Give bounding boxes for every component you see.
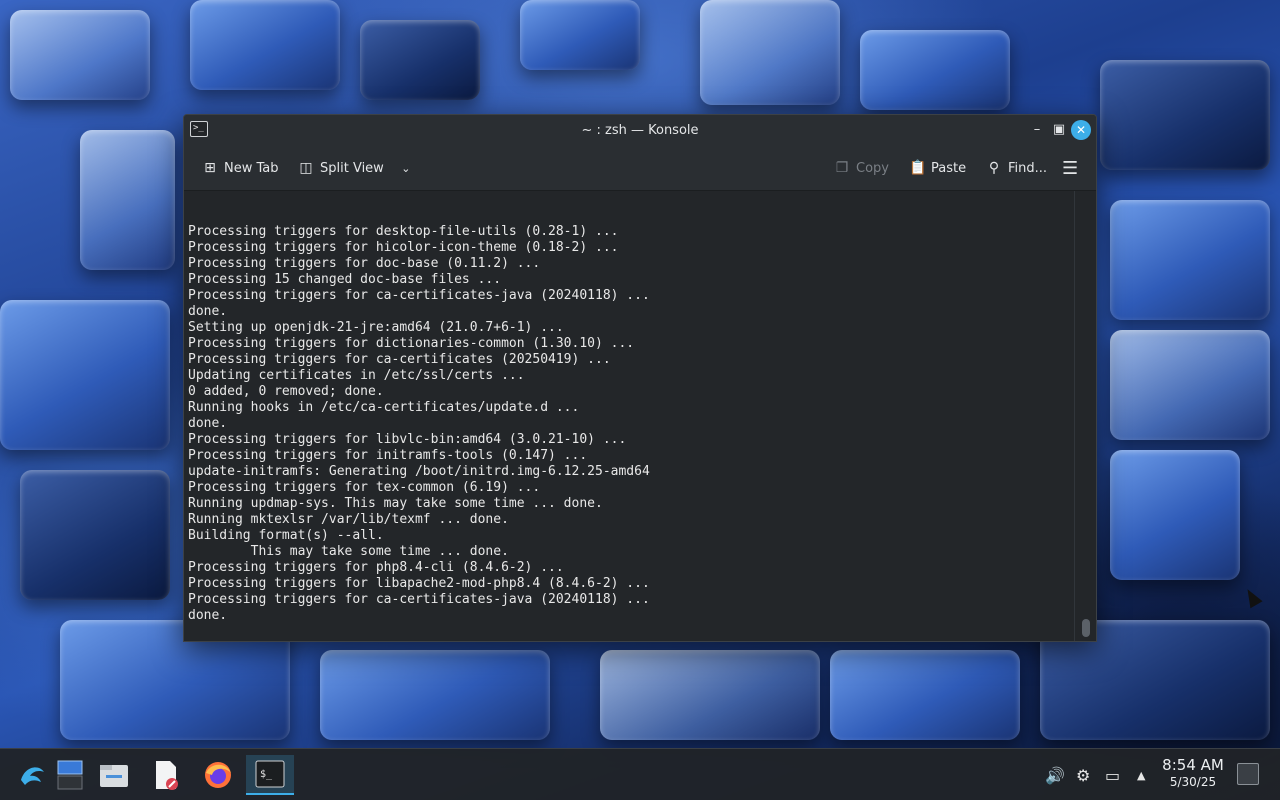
- terminal-lines: Processing triggers for desktop-file-uti…: [188, 224, 1074, 624]
- wallpaper-cube: [0, 300, 170, 450]
- terminal-line: Processing triggers for ca-certificates-…: [188, 288, 650, 303]
- terminal-line: Processing triggers for initramfs-tools …: [188, 448, 588, 463]
- wallpaper-cube: [360, 20, 480, 100]
- copy-button[interactable]: ❐ Copy: [834, 145, 889, 191]
- find-button[interactable]: ⚲ Find...: [986, 145, 1047, 191]
- terminal-line: Updating certificates in /etc/ssl/certs …: [188, 368, 525, 383]
- terminal-line: Processing triggers for php8.4-cli (8.4.…: [188, 560, 564, 575]
- wallpaper-cube: [10, 10, 150, 100]
- split-view-icon: ◫: [299, 160, 313, 176]
- volume-icon[interactable]: 🔊: [1045, 749, 1065, 800]
- firefox-icon[interactable]: [198, 755, 238, 795]
- svg-text:$_: $_: [260, 769, 273, 780]
- network-settings-icon[interactable]: ⚙: [1076, 749, 1090, 800]
- find-label: Find...: [1008, 160, 1048, 176]
- terminal-line: done.: [188, 304, 228, 319]
- terminal-line: Processing triggers for tex-common (6.19…: [188, 480, 541, 495]
- wallpaper-cube: [1110, 330, 1270, 440]
- terminal-line: Processing triggers for libvlc-bin:amd64…: [188, 432, 627, 447]
- clock-time: 8:54 AM: [1162, 756, 1224, 774]
- split-view-label: Split View: [320, 160, 384, 176]
- terminal-scrollbar[interactable]: [1074, 191, 1096, 641]
- terminal-line: update-initramfs: Generating /boot/initr…: [188, 464, 650, 479]
- search-icon: ⚲: [988, 160, 1000, 176]
- split-view-button[interactable]: ◫ Split View ⌄: [298, 145, 414, 191]
- terminal-line: 0 added, 0 removed; done.: [188, 384, 384, 399]
- konsole-window[interactable]: >_ ~ : zsh — Konsole – ▣ ✕ ⊞ New Tab ◫ S…: [183, 114, 1097, 642]
- new-tab-icon: ⊞: [204, 160, 216, 176]
- wallpaper-cube: [600, 650, 820, 740]
- wallpaper-cube: [190, 0, 340, 90]
- terminal-line: Processing triggers for ca-certificates …: [188, 352, 611, 367]
- terminal-line: Setting up openjdk-21-jre:amd64 (21.0.7+…: [188, 320, 564, 335]
- copy-icon: ❐: [835, 160, 849, 176]
- wallpaper-cube: [520, 0, 640, 70]
- copy-label: Copy: [856, 160, 889, 176]
- terminal-line: done.: [188, 608, 228, 623]
- text-editor-icon[interactable]: [146, 755, 186, 795]
- paste-button[interactable]: 📋 Paste: [909, 145, 966, 191]
- desktop-pager-icon[interactable]: [50, 755, 90, 795]
- wallpaper-cube: [1110, 200, 1270, 320]
- wallpaper-cube: [20, 470, 170, 600]
- terminal-line: This may take some time ... done.: [188, 544, 509, 559]
- terminal-line: Processing triggers for libapache2-mod-p…: [188, 576, 650, 591]
- konsole-app-icon[interactable]: >_: [190, 121, 208, 137]
- display-icon[interactable]: ▭: [1105, 749, 1120, 800]
- wallpaper-cube: [320, 650, 550, 740]
- show-desktop-icon[interactable]: [1237, 763, 1259, 785]
- terminal-line: done.: [188, 416, 228, 431]
- paste-icon: 📋: [909, 160, 927, 176]
- hamburger-menu-icon[interactable]: ☰: [1062, 145, 1078, 191]
- konsole-toolbar: ⊞ New Tab ◫ Split View ⌄ ❐ Copy 📋 Paste …: [184, 145, 1096, 191]
- terminal-line: Processing triggers for ca-certificates-…: [188, 592, 650, 607]
- terminal-line: Processing triggers for doc-base (0.11.2…: [188, 256, 541, 271]
- new-tab-button[interactable]: ⊞ New Tab: [202, 145, 279, 191]
- terminal-line: Processing triggers for dictionaries-com…: [188, 336, 635, 351]
- close-icon[interactable]: ✕: [1071, 120, 1091, 140]
- taskbar: $_ 🔊 ⚙ ▭ ▲ 8:54 AM 5/30/25: [0, 748, 1280, 800]
- window-titlebar[interactable]: >_ ~ : zsh — Konsole – ▣ ✕: [184, 115, 1096, 145]
- window-title: ~ : zsh — Konsole: [581, 122, 699, 138]
- konsole-taskbar-icon[interactable]: $_: [246, 755, 294, 795]
- wallpaper-cube: [860, 30, 1010, 110]
- terminal-line: Processing triggers for desktop-file-uti…: [188, 224, 619, 239]
- show-hidden-icons-icon[interactable]: ▲: [1137, 749, 1145, 800]
- terminal-line: Running updmap-sys. This may take some t…: [188, 496, 603, 511]
- chevron-down-icon[interactable]: ⌄: [398, 162, 414, 175]
- file-manager-icon[interactable]: [94, 755, 134, 795]
- wallpaper-cube: [830, 650, 1020, 740]
- maximize-icon[interactable]: ▣: [1049, 120, 1069, 140]
- new-tab-label: New Tab: [224, 160, 279, 176]
- terminal-line: Processing 15 changed doc-base files ...: [188, 272, 502, 287]
- terminal-line: Processing triggers for hicolor-icon-the…: [188, 240, 619, 255]
- wallpaper-cube: [80, 130, 175, 270]
- paste-label: Paste: [931, 160, 967, 176]
- kali-dragon-icon[interactable]: [12, 755, 52, 795]
- wallpaper-cube: [1110, 450, 1240, 580]
- digital-clock[interactable]: 8:54 AM 5/30/25: [1160, 756, 1226, 790]
- wallpaper-cube: [700, 0, 840, 105]
- minimize-icon[interactable]: –: [1027, 120, 1047, 140]
- clock-date: 5/30/25: [1169, 775, 1217, 789]
- scrollbar-thumb[interactable]: [1082, 619, 1090, 637]
- wallpaper-cube: [1100, 60, 1270, 170]
- terminal-output[interactable]: Processing triggers for desktop-file-uti…: [184, 191, 1074, 641]
- terminal-line: Running mktexlsr /var/lib/texmf ... done…: [188, 512, 509, 527]
- terminal-line: Building format(s) --all.: [188, 528, 384, 543]
- terminal-line: Running hooks in /etc/ca-certificates/up…: [188, 400, 580, 415]
